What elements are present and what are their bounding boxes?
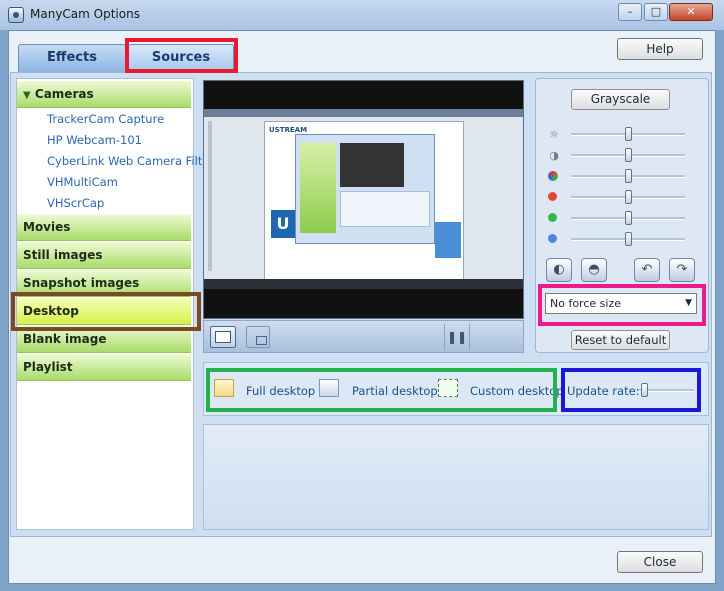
custom-desktop-option[interactable]: Custom desktop <box>470 384 564 398</box>
camera-item[interactable]: HP Webcam-101 <box>47 133 142 147</box>
green-channel-icon <box>548 213 560 225</box>
camera-item[interactable]: CyberLink Web Camera Filter <box>47 154 214 168</box>
ustream-logo: USTREAM <box>269 126 308 134</box>
category-cameras[interactable]: ▼ Cameras <box>17 81 191 108</box>
red-channel-icon <box>548 192 560 204</box>
pause-button[interactable]: ❚❚ <box>444 324 470 350</box>
category-desktop[interactable]: Desktop <box>17 298 191 325</box>
rotate-left-icon: ↶ <box>641 262 653 277</box>
grayscale-button[interactable]: Grayscale <box>571 89 670 110</box>
flip-vertical-button[interactable]: ◓ <box>581 258 607 282</box>
category-still-images[interactable]: Still images <box>17 242 191 269</box>
update-rate-label: Update rate: <box>567 384 640 398</box>
red-slider[interactable] <box>625 190 632 204</box>
category-blank-image[interactable]: Blank image <box>17 326 191 353</box>
flip-horizontal-icon: ◐ <box>553 262 565 277</box>
flip-horizontal-button[interactable]: ◐ <box>546 258 572 282</box>
category-label: Cameras <box>34 87 94 101</box>
close-button[interactable]: Close <box>617 551 703 573</box>
category-playlist[interactable]: Playlist <box>17 354 191 381</box>
full-desktop-icon[interactable] <box>214 379 234 397</box>
expand-arrow-icon: ▼ <box>23 90 31 101</box>
partial-desktop-icon[interactable] <box>319 379 339 397</box>
desktop-screenshot: USTREAM U <box>204 109 523 281</box>
flip-vertical-icon: ◓ <box>588 262 600 277</box>
camera-item[interactable]: VHMultiCam <box>47 175 118 189</box>
help-button[interactable]: Help <box>617 38 703 60</box>
window-view-button[interactable] <box>246 326 270 348</box>
category-movies[interactable]: Movies <box>17 214 191 241</box>
update-rate-slider[interactable] <box>641 383 648 397</box>
contrast-slider[interactable] <box>625 148 632 162</box>
blue-slider[interactable] <box>625 232 632 246</box>
tab-sources[interactable]: Sources <box>128 44 234 72</box>
camera-item[interactable]: TrackerCam Capture <box>47 112 164 126</box>
brightness-icon: ☼ <box>549 128 559 141</box>
rotate-right-icon: ↷ <box>676 262 688 277</box>
pause-icon: ❚❚ <box>446 330 468 344</box>
saturation-slider[interactable] <box>625 169 632 183</box>
blue-channel-icon <box>548 234 560 246</box>
window-close-button[interactable]: ✕ <box>669 3 713 21</box>
app-icon <box>8 7 24 23</box>
category-snapshot-images[interactable]: Snapshot images <box>17 270 191 297</box>
rotate-left-button[interactable]: ↶ <box>634 258 660 282</box>
custom-desktop-icon[interactable] <box>438 379 458 397</box>
maximize-button[interactable]: □ <box>644 3 668 21</box>
partial-desktop-option[interactable]: Partial desktop <box>352 384 438 398</box>
force-size-dropdown[interactable]: No force size <box>545 293 697 314</box>
tab-effects[interactable]: Effects <box>18 44 126 72</box>
full-desktop-option[interactable]: Full desktop <box>246 384 315 398</box>
preview-display: USTREAM U <box>203 80 524 319</box>
brightness-slider[interactable] <box>625 127 632 141</box>
rotate-right-button[interactable]: ↷ <box>669 258 695 282</box>
window-title: ManyCam Options <box>30 7 140 21</box>
contrast-icon: ◑ <box>549 149 559 162</box>
fullscreen-view-button[interactable] <box>210 326 236 348</box>
minimize-button[interactable]: – <box>618 3 642 21</box>
green-slider[interactable] <box>625 211 632 225</box>
color-saturation-icon <box>548 171 560 183</box>
source-info-area <box>203 424 709 530</box>
camera-item[interactable]: VHScrCap <box>47 196 104 210</box>
reset-to-default-button[interactable]: Reset to default <box>571 330 670 350</box>
